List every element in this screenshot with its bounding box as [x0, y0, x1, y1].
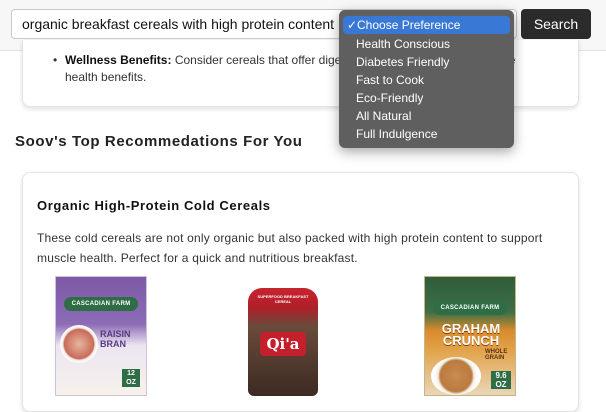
benefit-text-line2: health benefits.: [65, 70, 147, 84]
brand-banner: CASCADIAN FARM: [433, 301, 507, 315]
product-image-raisin-bran[interactable]: CASCADIAN FARM RAISIN BRAN 12 OZ: [55, 276, 147, 396]
benefit-label: Wellness Benefits:: [65, 53, 172, 67]
product-tagline: SUPERFOOD BREAKFAST CEREAL: [257, 294, 309, 304]
section-title: Soov's Top Recommedations For You: [15, 133, 303, 150]
cereal-bowl-image: [431, 357, 481, 395]
brand-banner: CASCADIAN FARM: [64, 297, 138, 311]
product-name: RAISIN BRAN: [100, 329, 131, 349]
product-name: Qi'a: [260, 332, 306, 356]
checkmark-icon: ✓: [347, 18, 358, 32]
card-heading: Organic High-Protein Cold Cereals: [37, 198, 271, 213]
search-input[interactable]: [11, 9, 349, 39]
search-button[interactable]: Search: [521, 9, 591, 39]
preference-dropdown-menu: ✓Choose Preference Health Conscious Diab…: [339, 10, 514, 148]
option-choose-preference[interactable]: ✓Choose Preference: [343, 16, 510, 34]
size-badge: 12 OZ: [122, 369, 140, 387]
benefit-text: Consider cereals that offer dige: [171, 53, 342, 67]
option-diabetes-friendly[interactable]: Diabetes Friendly: [343, 53, 510, 71]
whole-grain-label: WHOLE GRAIN: [485, 349, 508, 361]
option-full-indulgence[interactable]: Full Indulgence: [343, 125, 510, 143]
option-fast-to-cook[interactable]: Fast to Cook: [343, 71, 510, 89]
bullet-icon: •: [53, 53, 58, 67]
option-eco-friendly[interactable]: Eco-Friendly: [343, 89, 510, 107]
cereal-bowl-image: [60, 325, 98, 363]
card-description: These cold cereals are not only organic …: [37, 231, 543, 265]
product-image-graham-crunch[interactable]: CASCADIAN FARM GRAHAM CRUNCH WHOLE GRAIN…: [424, 276, 516, 396]
product-image-qia[interactable]: SUPERFOOD BREAKFAST CEREAL Qi'a: [248, 288, 318, 396]
option-health-conscious[interactable]: Health Conscious: [343, 35, 510, 53]
size-badge: 9.6 OZ: [491, 371, 511, 389]
product-name: GRAHAM CRUNCH: [441, 321, 501, 348]
option-all-natural[interactable]: All Natural: [343, 107, 510, 125]
